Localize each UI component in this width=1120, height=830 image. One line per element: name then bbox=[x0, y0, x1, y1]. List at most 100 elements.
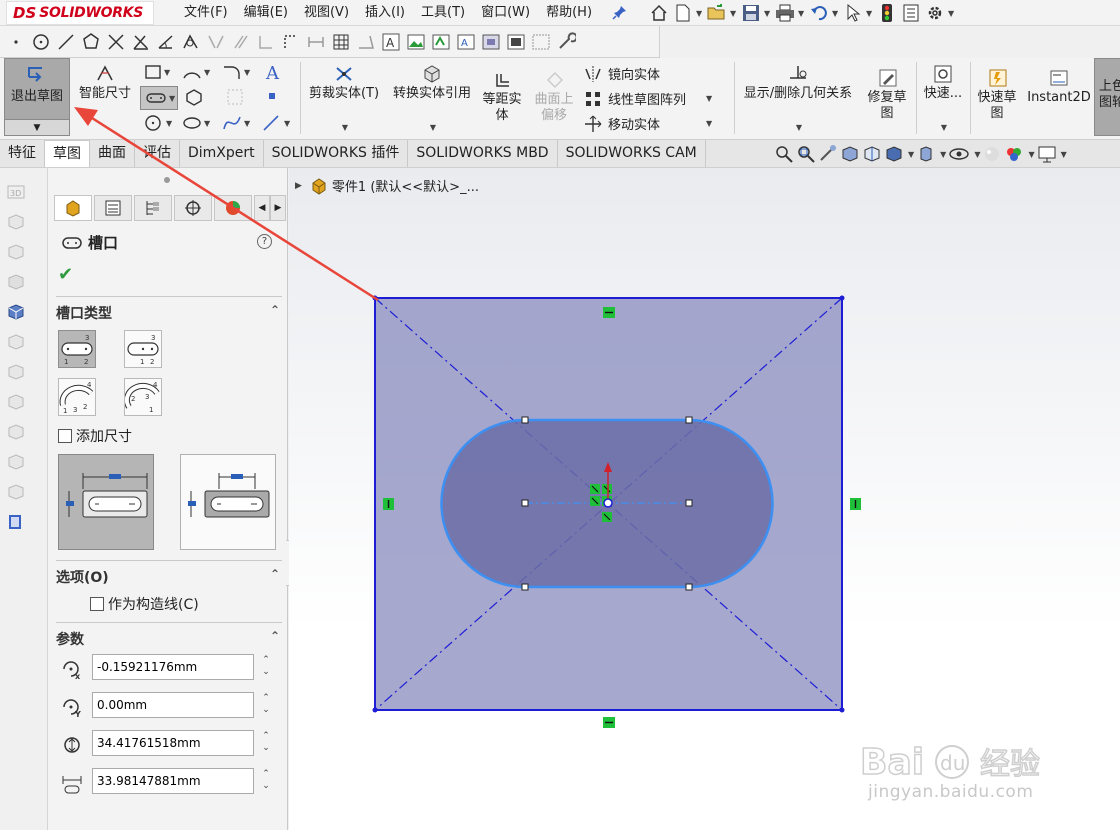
menu-file[interactable]: 文件(F) bbox=[176, 2, 236, 24]
cube-icon[interactable] bbox=[6, 452, 26, 472]
cube-icon[interactable] bbox=[6, 482, 26, 502]
zoom-to-fit-icon[interactable] bbox=[774, 144, 794, 164]
chevron-right-icon[interactable]: ▶ bbox=[270, 195, 286, 221]
picture-color-icon[interactable] bbox=[479, 30, 503, 54]
section-view-icon[interactable] bbox=[840, 144, 860, 164]
chevron-down-icon[interactable]: ▼ bbox=[764, 2, 772, 24]
cube-icon[interactable] bbox=[6, 242, 26, 262]
previous-view-icon[interactable] bbox=[818, 144, 838, 164]
instant2d-button[interactable]: Instant2D bbox=[1026, 68, 1092, 106]
slot-width-input[interactable] bbox=[92, 730, 254, 756]
chevron-down-icon[interactable]: ▼ bbox=[306, 120, 384, 136]
checkbox-box[interactable] bbox=[90, 597, 104, 611]
sketch-canvas[interactable] bbox=[289, 168, 1120, 830]
home-icon[interactable] bbox=[648, 2, 670, 24]
for-construction-checkbox[interactable]: 作为构造线(C) bbox=[90, 594, 199, 614]
print-icon[interactable] bbox=[774, 2, 796, 24]
text-tool[interactable]: A bbox=[264, 62, 282, 82]
tab-surfaces[interactable]: 曲面 bbox=[90, 140, 135, 167]
chevron-down-icon[interactable]: ▼ bbox=[974, 150, 980, 159]
mirror-entities-button[interactable]: 镜向实体 bbox=[584, 64, 660, 83]
rapid-sketch-button[interactable]: 快速草图 bbox=[974, 68, 1022, 122]
circle-tool[interactable]: ▼ bbox=[144, 114, 172, 132]
chevron-down-icon[interactable]: ▼ bbox=[5, 119, 69, 135]
slot-length-input[interactable] bbox=[92, 768, 254, 794]
options-header[interactable]: 选项(O) ⌃ bbox=[56, 560, 282, 587]
offset-entities-button[interactable]: 等距实体 bbox=[480, 70, 526, 124]
center-y-input[interactable] bbox=[92, 692, 254, 718]
straight-slot-option[interactable]: 3 1 2 bbox=[58, 330, 96, 368]
display-style-icon[interactable] bbox=[884, 144, 904, 164]
construction-line-icon[interactable] bbox=[279, 30, 303, 54]
horizontal-relation-icon[interactable] bbox=[603, 307, 615, 318]
ellipse-tool[interactable]: ▼ bbox=[182, 114, 210, 132]
picture-dots-icon[interactable] bbox=[529, 30, 553, 54]
menu-view[interactable]: 视图(V) bbox=[296, 2, 357, 24]
sketch-point[interactable] bbox=[372, 707, 378, 713]
chevron-down-icon[interactable]: ▼ bbox=[706, 94, 712, 103]
chevron-down-icon[interactable]: ▼ bbox=[798, 2, 806, 24]
centerline-tool[interactable]: ▼ bbox=[262, 114, 290, 132]
tab-configuration-icon[interactable] bbox=[134, 195, 172, 221]
new-document-icon[interactable] bbox=[672, 2, 694, 24]
sketch-point[interactable] bbox=[839, 295, 845, 301]
slot-handle-point[interactable] bbox=[685, 416, 693, 424]
menu-help[interactable]: 帮助(H) bbox=[538, 2, 600, 24]
add-dimensions-checkbox[interactable]: 添加尺寸 bbox=[58, 426, 132, 446]
fillet-icon[interactable] bbox=[129, 30, 153, 54]
graphics-area[interactable]: ▶ 零件1 (默认<<默认>_... bbox=[289, 168, 1120, 830]
cube-icon[interactable] bbox=[6, 392, 26, 412]
eye-icon[interactable] bbox=[948, 144, 970, 164]
chevron-up-icon[interactable]: ⌃ bbox=[270, 629, 280, 643]
pin-icon[interactable] bbox=[612, 4, 628, 20]
panel-grip[interactable] bbox=[164, 177, 170, 183]
active-cube-icon[interactable] bbox=[6, 302, 26, 322]
point-icon[interactable] bbox=[4, 30, 28, 54]
polygon-tool[interactable] bbox=[184, 88, 204, 106]
smart-dimension-button[interactable]: 智能尺寸 bbox=[74, 64, 136, 102]
tab-sketch[interactable]: 草图 bbox=[45, 140, 90, 167]
cube-icon[interactable] bbox=[6, 422, 26, 442]
slot-handle-point[interactable] bbox=[685, 583, 693, 591]
cube-icon[interactable] bbox=[6, 362, 26, 382]
chevron-left-icon[interactable]: ◀ bbox=[254, 195, 270, 221]
offset-on-surface-button[interactable]: 曲面上偏移 bbox=[532, 70, 578, 124]
tab-feature-tree-icon[interactable] bbox=[54, 195, 92, 221]
center-x-spinner[interactable]: ⌃ ⌄ bbox=[260, 654, 272, 680]
slot-tool[interactable]: ▼ bbox=[140, 86, 178, 110]
rebuild-traffic-light-icon[interactable] bbox=[876, 2, 898, 24]
tab-evaluate[interactable]: 评估 bbox=[135, 140, 180, 167]
chevron-down-icon[interactable]: ▼ bbox=[832, 2, 840, 24]
rectangle-tool[interactable]: ▼ bbox=[144, 64, 170, 80]
center-arc-slot-option[interactable]: 4 2 31 bbox=[123, 378, 162, 416]
linear-pattern-button[interactable]: 线性草图阵列 ▼ bbox=[584, 89, 712, 108]
vertical-relation-icon[interactable] bbox=[383, 498, 394, 510]
checkbox-box[interactable] bbox=[58, 429, 72, 443]
3d-sketch-icon[interactable]: 3D bbox=[6, 182, 26, 202]
insert-picture-icon[interactable] bbox=[404, 30, 428, 54]
gear-icon[interactable] bbox=[924, 2, 946, 24]
horizontal-dimension-icon[interactable] bbox=[304, 30, 328, 54]
view-orientation-icon[interactable] bbox=[862, 144, 882, 164]
cube-icon[interactable] bbox=[6, 212, 26, 232]
chevron-down-icon[interactable]: ▼ bbox=[908, 150, 914, 159]
chevron-down-icon[interactable]: ▼ bbox=[696, 2, 704, 24]
display-delete-relations-button[interactable]: 显示/删除几何关系 ▼ bbox=[738, 64, 858, 136]
scene-icon[interactable] bbox=[1004, 144, 1024, 164]
tab-dimxpert[interactable]: DimXpert bbox=[180, 140, 264, 167]
tab-solidworks-mbd[interactable]: SOLIDWORKS MBD bbox=[408, 140, 558, 167]
open-folder-icon[interactable] bbox=[706, 2, 728, 24]
menu-tools[interactable]: 工具(T) bbox=[413, 2, 473, 24]
point-tool[interactable] bbox=[266, 90, 278, 102]
chevron-up-icon[interactable]: ⌃ bbox=[270, 567, 280, 581]
chevron-down-icon[interactable]: ▼ bbox=[866, 2, 874, 24]
picture-edit-icon[interactable] bbox=[429, 30, 453, 54]
angle-icon[interactable] bbox=[354, 30, 378, 54]
appearance-icon[interactable] bbox=[982, 144, 1002, 164]
parallel-icon[interactable] bbox=[229, 30, 253, 54]
slot-type-header[interactable]: 槽口类型 ⌃ bbox=[56, 296, 282, 323]
chevron-up-icon[interactable]: ⌃ bbox=[270, 303, 280, 317]
chevron-down-icon[interactable]: ▼ bbox=[1061, 150, 1067, 159]
save-icon[interactable] bbox=[740, 2, 762, 24]
picture-swap-icon[interactable]: A bbox=[454, 30, 478, 54]
